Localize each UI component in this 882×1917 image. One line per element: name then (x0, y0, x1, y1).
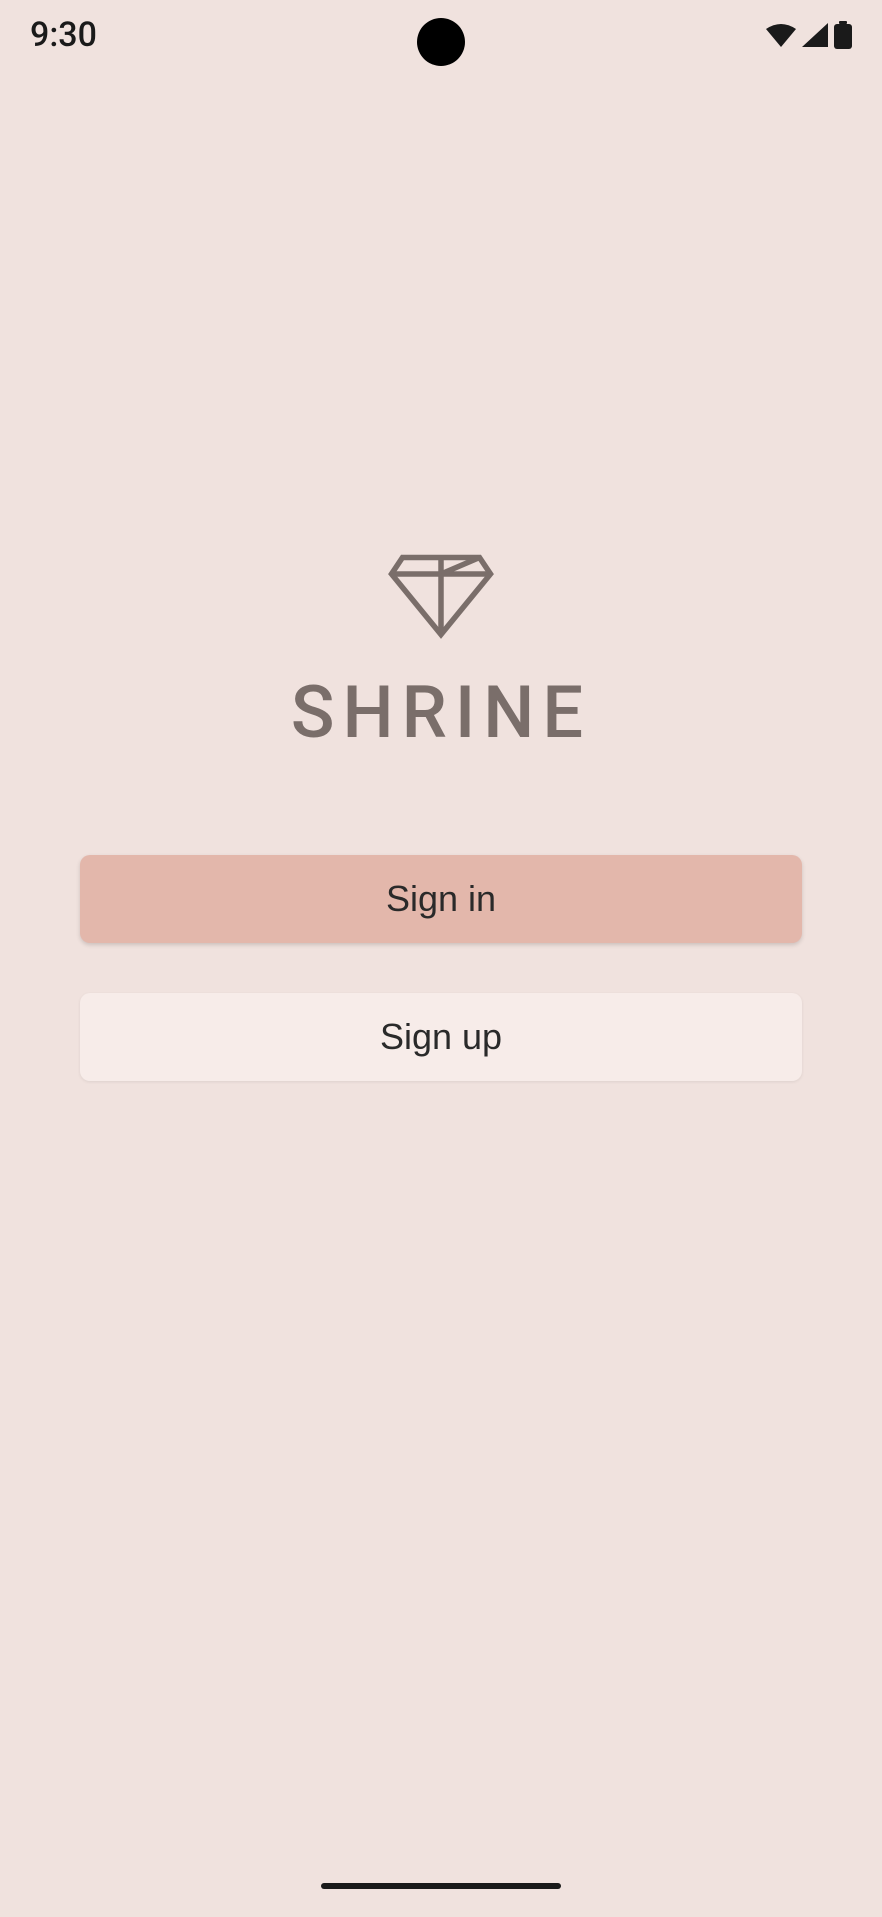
battery-icon (834, 21, 852, 49)
app-title: SHRINE (291, 670, 591, 755)
wifi-icon (766, 23, 796, 47)
diamond-icon (386, 530, 496, 640)
logo-section: SHRINE (291, 530, 591, 755)
signup-button[interactable]: Sign up (80, 993, 802, 1081)
cellular-signal-icon (802, 23, 828, 47)
home-indicator[interactable] (321, 1883, 561, 1889)
status-icons (766, 21, 852, 49)
main-content: SHRINE Sign in Sign up (0, 530, 882, 1081)
button-container: Sign in Sign up (0, 855, 882, 1081)
signin-button[interactable]: Sign in (80, 855, 802, 943)
camera-notch (417, 18, 465, 66)
status-time: 9:30 (30, 15, 97, 55)
status-bar: 9:30 (0, 0, 882, 70)
